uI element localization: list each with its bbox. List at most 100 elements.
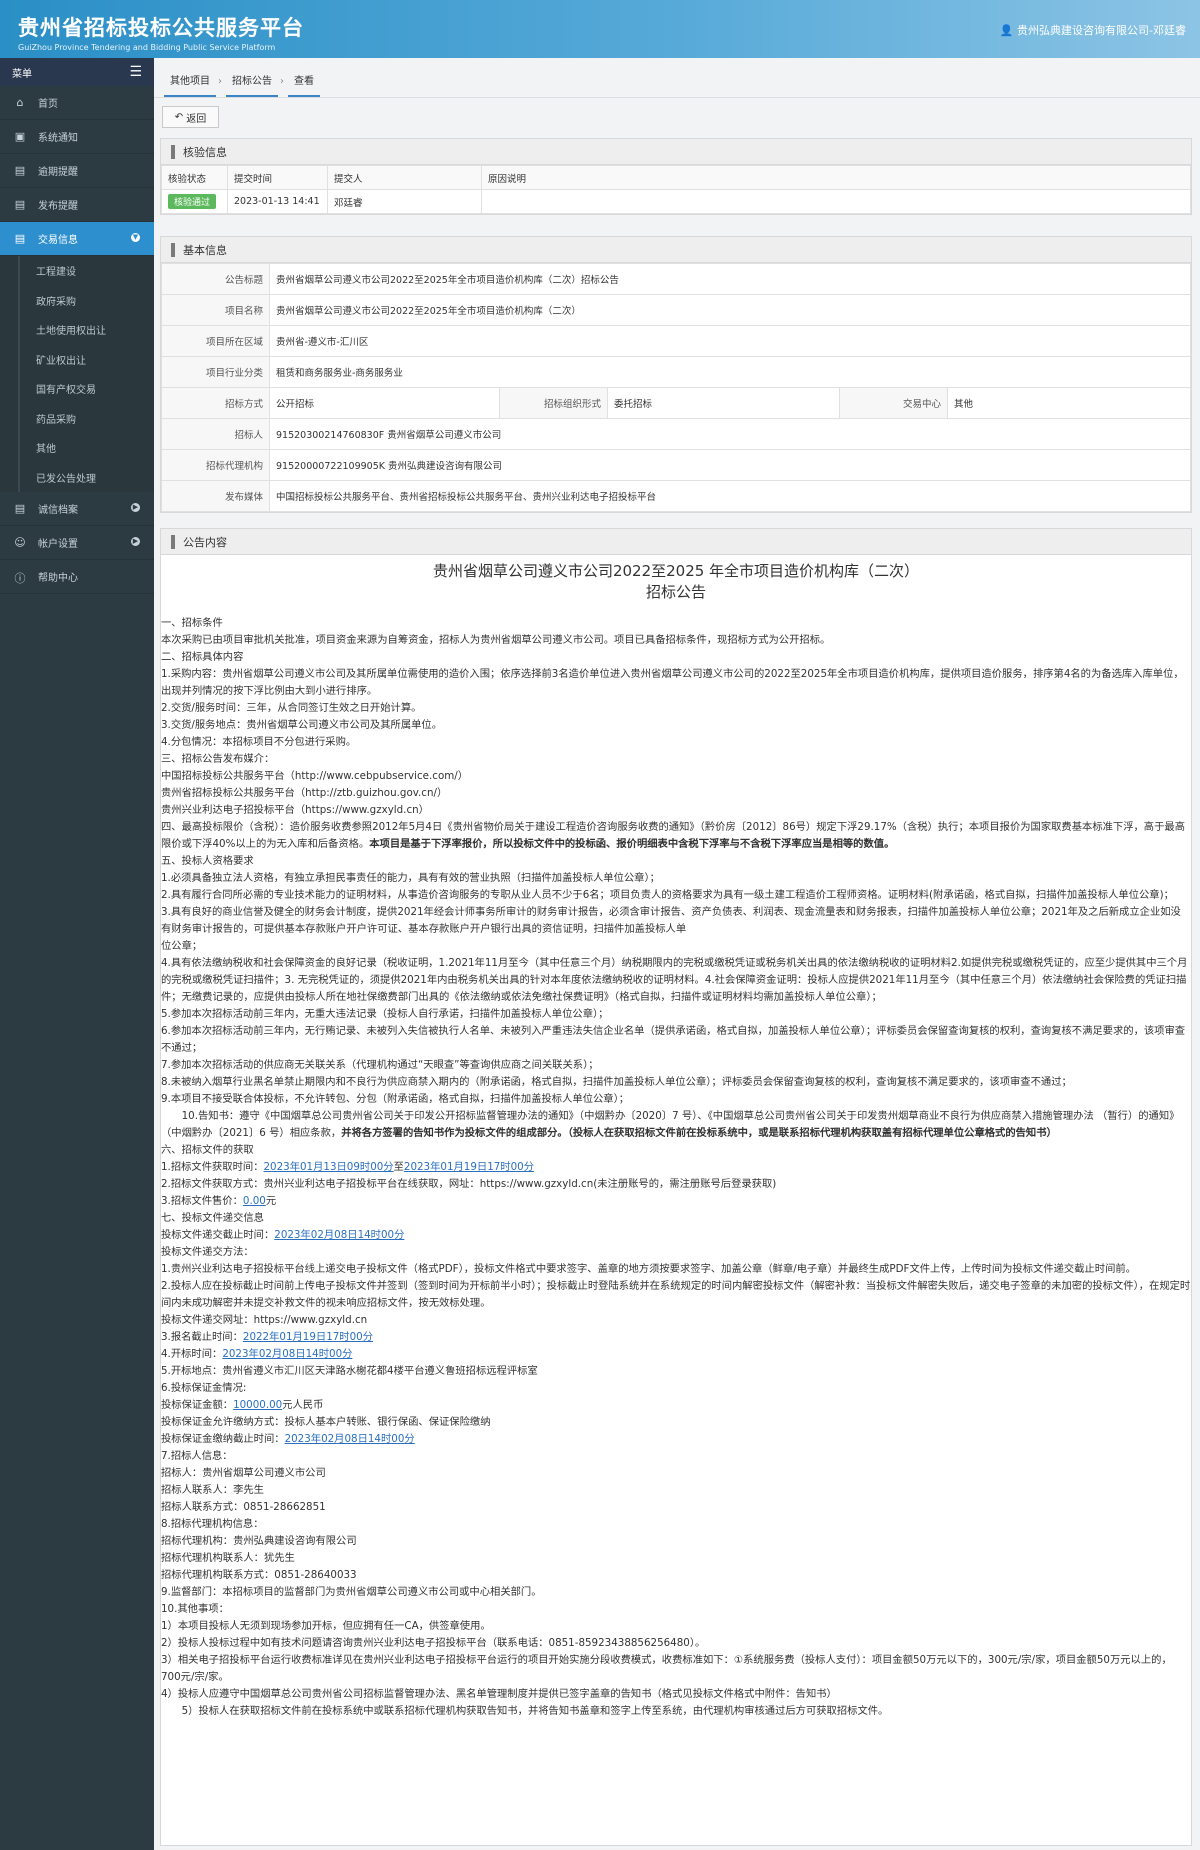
paragraph: 3.招标文件售价：0.00元 — [161, 1195, 277, 1207]
user-icon: ☺ — [14, 535, 26, 549]
paragraph: 2.投标人应在投标截止时间前上传电子投标文件并签到（签到时间为开标前半小时）；投… — [161, 1280, 1191, 1309]
home-icon: ⌂ — [16, 95, 24, 109]
main-area: 其他项目 › 招标公告 › 查看 ↶ 返回 核验信息 核验状态 提交时间 提交人 原… — [154, 58, 1200, 1850]
paragraph: 投标文件递交截止时间：2023年02月08日14时00分 — [161, 1229, 405, 1241]
section-heading: 七、投标文件递交信息 — [161, 1212, 264, 1224]
sub-item-published[interactable]: 已发公告处理 — [18, 462, 154, 492]
label-org: 招标组织形式 — [499, 387, 608, 419]
paragraph: 招标人联系方式：0851-28662851 — [161, 1501, 326, 1513]
paragraph: 3）相关电子招投标平台运行收费标准详见在贵州兴业利达电子招投标平台运行的项目开始… — [161, 1654, 1172, 1683]
back-button[interactable]: ↶ 返回 — [162, 106, 219, 128]
label-method: 招标方式 — [161, 387, 270, 419]
paragraph: 7.招标人信息： — [161, 1450, 233, 1462]
notice-subheading: 招标公告 — [645, 583, 706, 601]
paragraph: 投标保证金缴纳截止时间：2023年02月08日14时00分 — [161, 1433, 415, 1445]
sidebar-item-publish[interactable]: ▤ 发布提醒 — [0, 188, 154, 222]
value-method: 公开招标 — [269, 387, 500, 419]
label-industry: 项目行业分类 — [161, 356, 270, 388]
sub-item-other[interactable]: 其他 — [18, 433, 154, 463]
breadcrumb-other-projects[interactable]: 其他项目 — [164, 72, 216, 97]
label-media: 发布媒体 — [161, 480, 270, 512]
value-industry: 租赁和商务服务业-商务服务业 — [269, 356, 1191, 388]
hamburger-icon[interactable]: ☰ — [129, 64, 142, 80]
notice-panel-header: 公告内容 — [161, 529, 1191, 555]
top-header: 贵州省招标投标公共服务平台 GuiZhou Province Tendering… — [0, 0, 1200, 58]
menu-label: 菜单 — [12, 68, 32, 80]
current-user[interactable]: 👤 贵州弘典建设咨询有限公司-邓廷睿 — [1000, 22, 1186, 38]
sidebar-submenu: 工程建设 政府采购 土地使用权出让 矿业权出让 国有产权交易 药品采购 其他 已… — [0, 256, 154, 492]
media-line: 贵州省招标投标公共服务平台（http://ztb.guizhou.gov.cn/… — [161, 787, 448, 799]
label-tenderer: 招标人 — [161, 418, 270, 450]
list-icon: ▤ — [14, 197, 26, 211]
sidebar-item-trade[interactable]: ▤ 交易信息 ▼ — [0, 222, 154, 256]
paragraph: 四、最高投标限价（含税）：造价服务收费参照2012年5月4日《贵州省物价局关于建… — [161, 821, 1185, 850]
list-icon: ▤ — [14, 501, 26, 515]
list-icon: ▤ — [14, 231, 26, 245]
basic-panel: 基本信息 公告标题 贵州省烟草公司遵义市公司2022至2025年全市项目造价机构库… — [160, 236, 1192, 513]
paragraph: 9.本项目不接受联合体投标，不允许转包、分包（附承诺函，格式自拟，扫描件加盖投标… — [161, 1093, 630, 1105]
sidebar-item-overdue[interactable]: ▤ 逾期提醒 — [0, 154, 154, 188]
chevron-right-icon: ▶ — [131, 503, 140, 512]
paragraph: 3.具有良好的商业信誉及健全的财务会计制度，提供2021年经会计师事务所审计的财… — [161, 906, 1181, 935]
platform-subtitle: GuiZhou Province Tendering and Bidding P… — [18, 43, 276, 52]
label-center: 交易中心 — [839, 387, 948, 419]
paragraph: 5）投标人在获取招标文件前在投标系统中或联系招标代理机构获取告知书，并将告知书盖… — [161, 1705, 889, 1717]
section-heading: 五、投标人资格要求 — [161, 855, 254, 867]
paragraph: 1.招标文件获取时间：2023年01月13日09时00分至2023年01月19日… — [161, 1161, 535, 1173]
sidebar-item-credit[interactable]: ▤ 诚信档案 ▶ — [0, 492, 154, 526]
paragraph: 招标人：贵州省烟草公司遵义市公司 — [161, 1467, 326, 1479]
paragraph: 10.其他事项： — [161, 1603, 229, 1615]
section-heading: 二、招标具体内容 — [161, 651, 244, 663]
sub-item-engineering[interactable]: 工程建设 — [18, 256, 154, 286]
paragraph: 6.投标保证金情况: — [161, 1382, 247, 1394]
value-org: 委托招标 — [607, 387, 840, 419]
sub-item-property[interactable]: 国有产权交易 — [18, 374, 154, 404]
section-heading: 六、招标文件的获取 — [161, 1144, 254, 1156]
help-icon: ⓘ — [14, 571, 26, 585]
paragraph: 1.贵州兴业利达电子招投标平台线上递交电子投标文件（格式PDF），投标文件格式中… — [161, 1263, 1136, 1275]
submitter: 邓廷睿 — [327, 189, 482, 214]
sub-item-medicine[interactable]: 药品采购 — [18, 403, 154, 433]
list-icon: ▤ — [14, 163, 26, 177]
label-agent: 招标代理机构 — [161, 449, 270, 481]
platform-title: 贵州省招标投标公共服务平台 — [18, 16, 304, 40]
paragraph: 3.报名截止时间：2022年01月19日17时00分 — [161, 1331, 374, 1343]
paragraph: 1.采购内容：贵州省烟草公司遵义市公司及其所属单位需使用的造价入围；依序选择前3… — [161, 668, 1184, 697]
sidebar-item-notice[interactable]: ▣ 系统通知 — [0, 120, 154, 154]
paragraph: 2.具有履行合同所必需的专业技术能力的证明材料，从事造价咨询服务的专职从业人员不… — [161, 889, 1174, 901]
label-project: 项目名称 — [161, 294, 270, 326]
paragraph: 4.分包情况：本招标项目不分包进行采购。 — [161, 736, 357, 748]
sub-item-mining[interactable]: 矿业权出让 — [18, 344, 154, 374]
value-region: 贵州省-遵义市-汇川区 — [269, 325, 1191, 357]
paragraph: 投标保证金额：10000.00元人民币 — [161, 1399, 324, 1411]
paragraph: 位公章； — [161, 940, 203, 952]
paragraph: 10.告知书：遵守《中国烟草总公司贵州省公司关于印发公开招标监督管理办法的通知》… — [161, 1110, 1180, 1139]
media-line: 中国招标投标公共服务平台（http://www.cebpubservice.co… — [161, 770, 469, 782]
breadcrumb-tender-notice[interactable]: 招标公告 — [226, 72, 278, 97]
paragraph: 投标文件递交方法： — [161, 1246, 254, 1258]
verify-table: 核验状态 提交时间 提交人 原因说明 核验通过 2023-01-13 14:41… — [161, 165, 1191, 214]
chevron-down-icon: ▼ — [131, 233, 140, 242]
label-region: 项目所在区域 — [161, 325, 270, 357]
paragraph: 8.未被纳入烟草行业黑名单禁止期限内和不良行为供应商禁入期内的（附承诺函，格式自… — [161, 1076, 1072, 1088]
paragraph: 投标文件递交网址：https://www.gzxyld.cn — [161, 1314, 368, 1326]
sub-item-land[interactable]: 土地使用权出让 — [18, 315, 154, 345]
sidebar-item-home[interactable]: ⌂ 首页 — [0, 86, 154, 120]
notice-content: 贵州省烟草公司遵义市公司2022至2025 年全市项目造价机构库（二次） 招标公… — [161, 555, 1191, 1720]
section-heading: 一、招标条件 — [161, 617, 223, 629]
verify-panel-header: 核验信息 — [161, 139, 1191, 165]
paragraph: 9.监督部门：本招标项目的监督部门为贵州省烟草公司遵义市公司或中心相关部门。 — [161, 1586, 542, 1598]
paragraph: 4.开标时间：2023年02月08日14时00分 — [161, 1348, 353, 1360]
paragraph: 6.参加本次招标活动前三年内，无行贿记录、未被列入失信被执行人名单、未被列入严重… — [161, 1025, 1186, 1054]
sidebar-item-help[interactable]: ⓘ 帮助中心 — [0, 560, 154, 594]
breadcrumb-view: 查看 — [288, 72, 320, 97]
col-status: 核验状态 — [161, 165, 228, 190]
paragraph: 1）本项目投标人无须到现场参加开标，但应拥有任一CA，供签章使用。 — [161, 1620, 491, 1632]
sidebar: 菜单 ☰ ⌂ 首页 ▣ 系统通知 ▤ 逾期提醒 ▤ 发布提醒 ▤ 交易信息 ▼ 工程建设 政… — [0, 58, 154, 1850]
sub-item-gov-purchase[interactable]: 政府采购 — [18, 285, 154, 315]
paragraph: 4.具有依法缴纳税收和社会保障资金的良好记录（税收证明，1.2021年11月至今… — [161, 957, 1188, 1003]
paragraph: 本次采购已由项目审批机关批准，项目资金来源为自筹资金，招标人为贵州省烟草公司遵义… — [161, 634, 831, 646]
sidebar-item-account[interactable]: ☺ 帐户设置 ▶ — [0, 526, 154, 560]
col-reason: 原因说明 — [481, 165, 1191, 190]
chevron-right-icon: ▶ — [131, 537, 140, 546]
